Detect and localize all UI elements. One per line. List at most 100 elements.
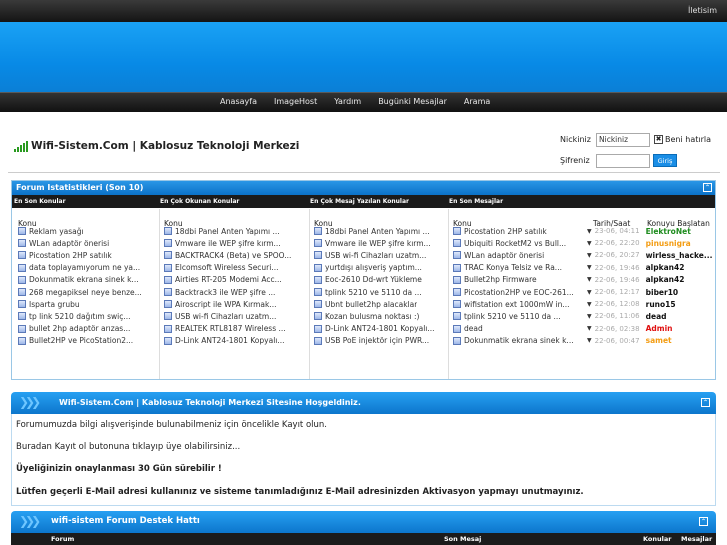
arrow-down-icon[interactable]: ▼ [587,313,592,320]
topic-title[interactable]: yurtdışı alışveriş yaptım... [325,263,422,272]
topic-link[interactable]: Airoscript ile WPA Kırmak... [164,298,306,310]
topic-title[interactable]: 18dbi Panel Anten Yapımı ... [325,227,430,236]
arrow-down-icon[interactable]: ▼ [587,228,592,235]
post-user[interactable]: biber10 [646,288,679,297]
arrow-down-icon[interactable]: ▼ [587,252,592,259]
post-user[interactable]: runo15 [646,300,676,309]
topic-link[interactable]: yurtdışı alışveriş yaptım... [314,262,445,274]
collapse-icon[interactable]: ⌃ [703,183,712,192]
topic-link[interactable]: Picostation 2HP satılık [18,249,156,261]
latest-post-row[interactable]: TRAC Konya Telsiz ve Ra... ▼ 22-06, 19:46 a… [453,262,715,274]
post-title[interactable]: wifistation ext 1000mW in... [464,300,585,309]
post-title[interactable]: Dokunmatik ekrana sinek k... [464,336,585,345]
topic-title[interactable]: 18dbi Panel Anten Yapımı ... [175,227,280,236]
topic-link[interactable]: Vmware ile WEP şifre kırm... [164,237,306,249]
contact-link[interactable]: İletisim [688,6,717,15]
topic-link[interactable]: Kozan bulusma noktası :) [314,310,445,322]
collapse-icon[interactable]: ⌃ [699,517,708,526]
topic-title[interactable]: Isparta grubu [29,300,80,309]
support-title[interactable]: wifi-sistem Forum Destek Hattı [51,516,200,526]
post-user[interactable]: samet [646,336,672,345]
topic-title[interactable]: Backtrack3 ile WEP şifre ... [175,288,275,297]
topic-link[interactable]: Backtrack3 ile WEP şifre ... [164,286,306,298]
latest-post-row[interactable]: wifistation ext 1000mW in... ▼ 22-06, 12:0… [453,298,715,310]
latest-post-row[interactable]: WLan adaptör önerisi ▼ 22-06, 20:27 wirless… [453,249,715,261]
topic-title[interactable]: Dokunmatik ekrana sinek k... [29,275,139,284]
topic-link[interactable]: D-Link ANT24-1801 Kopyalı... [314,323,445,335]
topic-title[interactable]: data toplayamıyorum ne ya... [29,263,140,272]
topic-title[interactable]: REALTEK RTL8187 Wireless ... [175,324,286,333]
topic-link[interactable]: USB wi-fi Cihazları uzatm... [314,249,445,261]
topic-link[interactable]: Eoc-2610 Dd-wrt Yükleme [314,274,445,286]
topic-title[interactable]: Vmware ile WEP şifre kırm... [175,239,281,248]
arrow-down-icon[interactable]: ▼ [587,337,592,344]
topic-title[interactable]: Airties RT-205 Modemi Acc... [175,275,282,284]
arrow-down-icon[interactable]: ▼ [587,325,592,332]
topic-title[interactable]: Vmware ile WEP şifre kırm... [325,239,431,248]
topic-link[interactable]: BACKTRACK4 (Beta) ve SPOO... [164,249,306,261]
topic-title[interactable]: WLan adaptör önerisi [29,239,109,248]
nav-home[interactable]: Anasayfa [220,97,257,106]
post-user[interactable]: wirless_hacke... [646,251,713,260]
topic-link[interactable]: bullet 2hp adaptör arızas... [18,323,156,335]
topic-link[interactable]: tplink 5210 ve 5110 da ... [314,286,445,298]
arrow-down-icon[interactable]: ▼ [587,276,592,283]
topic-link[interactable]: 18dbi Panel Anten Yapımı ... [164,225,306,237]
latest-post-row[interactable]: Bullet2hp Firmware ▼ 22-06, 19:46 alpkan42 [453,274,715,286]
topic-title[interactable]: Bullet2HP ve PicoStation2... [29,336,133,345]
topic-title[interactable]: BACKTRACK4 (Beta) ve SPOO... [175,251,291,260]
topic-link[interactable]: Dokunmatik ekrana sinek k... [18,274,156,286]
latest-post-row[interactable]: Dokunmatik ekrana sinek k... ▼ 22-06, 00:4… [453,335,715,347]
topic-link[interactable]: Elcomsoft Wireless Securi... [164,262,306,274]
topic-title[interactable]: Picostation 2HP satılık [29,251,112,260]
topic-title[interactable]: D-Link ANT24-1801 Kopyalı... [325,324,435,333]
topic-link[interactable]: USB wi-fi Cihazları uzatm... [164,310,306,322]
topic-title[interactable]: USB wi-fi Cihazları uzatm... [325,251,426,260]
login-button[interactable]: Giriş [653,154,677,167]
nav-search[interactable]: Arama [464,97,490,106]
topic-title[interactable]: Elcomsoft Wireless Securi... [175,263,279,272]
arrow-down-icon[interactable]: ▼ [587,301,592,308]
post-title[interactable]: dead [464,324,585,333]
post-user[interactable]: alpkan42 [646,275,685,284]
topic-title[interactable]: Eoc-2610 Dd-wrt Yükleme [325,275,422,284]
post-user[interactable]: pinusnigra [646,239,691,248]
post-title[interactable]: Bullet2hp Firmware [464,275,585,284]
topic-title[interactable]: Kozan bulusma noktası :) [325,312,419,321]
post-user[interactable]: dead [646,312,667,321]
post-title[interactable]: Picostation2HP ve EOC-261... [464,288,585,297]
nav-imagehost[interactable]: ImageHost [274,97,317,106]
topic-link[interactable]: 18dbi Panel Anten Yapımı ... [314,225,445,237]
checkbox-icon[interactable]: ✖ [654,135,663,144]
latest-post-row[interactable]: dead ▼ 22-06, 02:38 Admin [453,323,715,335]
topic-link[interactable]: Reklam yasağı [18,225,156,237]
username-input[interactable] [596,132,650,147]
latest-post-row[interactable]: tplink 5210 ve 5110 da ... ▼ 22-06, 11:06 d… [453,310,715,322]
nav-help[interactable]: Yardım [334,97,361,106]
topic-link[interactable]: tp link 5210 dağıtım swiç... [18,310,156,322]
latest-post-row[interactable]: Ubiquiti RocketM2 vs Bull... ▼ 22-06, 22:2… [453,237,715,249]
topic-link[interactable]: Isparta grubu [18,298,156,310]
topic-link[interactable]: REALTEK RTL8187 Wireless ... [164,323,306,335]
password-input[interactable] [596,153,650,168]
arrow-down-icon[interactable]: ▼ [587,289,592,296]
post-title[interactable]: tplink 5210 ve 5110 da ... [464,312,585,321]
arrow-down-icon[interactable]: ▼ [587,264,592,271]
post-title[interactable]: TRAC Konya Telsiz ve Ra... [464,263,585,272]
topic-title[interactable]: Reklam yasağı [29,227,84,236]
post-user[interactable]: alpkan42 [646,263,685,272]
topic-link[interactable]: data toplayamıyorum ne ya... [18,262,156,274]
post-title[interactable]: WLan adaptör önerisi [464,251,585,260]
collapse-icon[interactable]: ⌃ [701,398,710,407]
arrow-down-icon[interactable]: ▼ [587,240,592,247]
topic-title[interactable]: tplink 5210 ve 5110 da ... [325,288,422,297]
topic-title[interactable]: tp link 5210 dağıtım swiç... [29,312,131,321]
site-logo[interactable]: Wifi-Sistem.Com | Kablosuz Teknoloji Mer… [14,140,299,152]
topic-link[interactable]: Ubnt bullet2hp alacaklar [314,298,445,310]
topic-title[interactable]: D-Link ANT24-1801 Kopyalı... [175,336,285,345]
topic-link[interactable]: WLan adaptör önerisi [18,237,156,249]
topic-link[interactable]: 268 megapiksel neye benze... [18,286,156,298]
post-title[interactable]: Picostation 2HP satılık [464,227,585,236]
latest-post-row[interactable]: Picostation2HP ve EOC-261... ▼ 22-06, 12:1… [453,286,715,298]
topic-link[interactable]: USB PoE injektör için PWR... [314,335,445,347]
